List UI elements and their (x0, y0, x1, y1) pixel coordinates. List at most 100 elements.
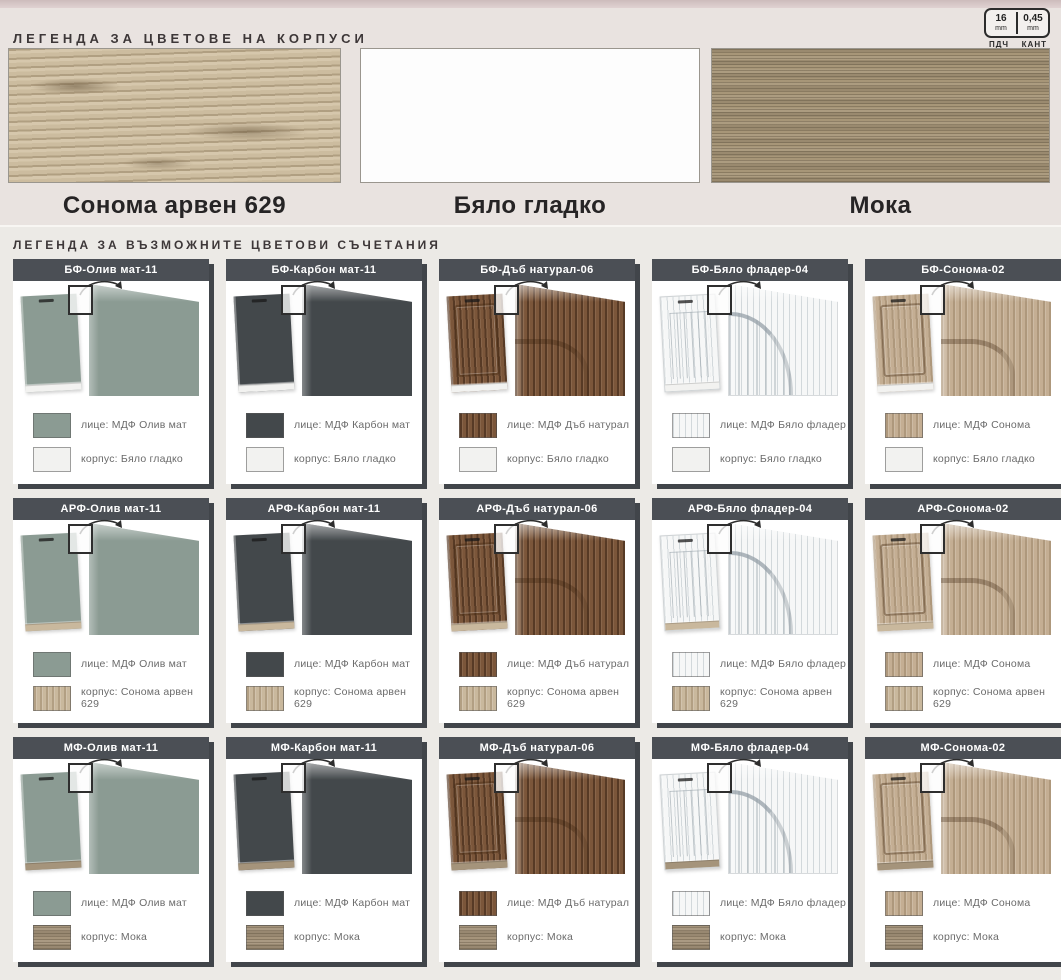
board-thickness-unit: mm (995, 25, 1007, 32)
body-legend-row: корпус: Бяло гладко (885, 444, 1061, 474)
magnifier-icon (68, 285, 93, 315)
combo-card-title: МФ-Олив мат-11 (64, 742, 159, 754)
corpus-legend-title: ЛЕГЕНДА ЗА ЦВЕТОВЕ НА КОРПУСИ (13, 31, 368, 46)
door-handle-icon (252, 538, 267, 542)
door-handle-icon (465, 777, 480, 781)
combo-card-body: лице: МДФ Олив мат корпус: Сонома арвен … (13, 520, 209, 723)
door-body-strip (238, 382, 294, 392)
face-color-swatch (672, 652, 710, 677)
body-legend-row: корпус: Сонома арвен 629 (33, 683, 209, 713)
combo-card-title: АРФ-Олив мат-11 (61, 503, 162, 515)
face-legend-row: лице: МДФ Бяло фладер (672, 410, 848, 440)
door-preview (13, 759, 209, 881)
door-detail-panel (515, 523, 625, 635)
face-legend-row: лице: МДФ Сонома (885, 649, 1061, 679)
body-color-swatch (672, 925, 710, 950)
door-preview (439, 759, 635, 881)
door-body-strip (451, 621, 507, 631)
door-body-strip (665, 860, 719, 870)
magnifier-icon (920, 763, 945, 793)
door-preview (865, 281, 1061, 403)
door-detail-panel (302, 523, 412, 635)
combo-card-title: БФ-Олив мат-11 (64, 264, 157, 276)
body-color-swatch (459, 925, 497, 950)
door-body-strip (665, 382, 719, 392)
face-color-swatch (33, 891, 71, 916)
magnifier-icon (707, 524, 732, 554)
face-legend-row: лице: МДФ Дъб натурал (459, 888, 635, 918)
magnifier-icon (281, 524, 306, 554)
combo-card-title: АРФ-Сонома-02 (917, 503, 1008, 515)
thickness-values-box: 16 mm 0,45 mm (984, 8, 1050, 38)
body-color-swatch (33, 686, 71, 711)
combo-card: БФ-Сонома-02 лице: МДФ Сонома (865, 259, 1061, 484)
door-body-strip (451, 860, 507, 870)
door-handle-icon (678, 300, 693, 304)
combo-card-title: БФ-Бяло фладер-04 (692, 264, 809, 276)
body-label: корпус: Бяло гладко (294, 453, 396, 465)
face-label: лице: МДФ Олив мат (81, 897, 187, 909)
combo-card: АРФ-Бяло фладер-04 лице: МДФ Бяло фладер (652, 498, 848, 723)
combo-card-title: БФ-Сонома-02 (921, 264, 1005, 276)
face-color-swatch (246, 413, 284, 438)
door-preview (439, 281, 635, 403)
body-legend-row: корпус: Сонома арвен 629 (672, 683, 848, 713)
body-legend-row: корпус: Мока (459, 922, 635, 952)
combo-card: МФ-Карбон мат-11 лице: МДФ Карбон мат (226, 737, 422, 962)
door-preview (652, 520, 848, 642)
thickness-spec-box: 16 mm 0,45 mm ПДЧ КАНТ (984, 8, 1050, 49)
combo-card-body: лице: МДФ Сонома корпус: Бяло гладко (865, 281, 1061, 484)
body-label: корпус: Мока (294, 931, 360, 943)
door-body-strip (451, 382, 507, 392)
face-color-swatch (459, 891, 497, 916)
magnifier-icon (281, 763, 306, 793)
combo-card: МФ-Дъб натурал-06 лице: МДФ Дъб натурал (439, 737, 635, 962)
face-label: лице: МДФ Сонома (933, 897, 1030, 909)
body-legend-row: корпус: Бяло гладко (33, 444, 209, 474)
body-color-swatch (672, 686, 710, 711)
face-label: лице: МДФ Карбон мат (294, 658, 410, 670)
door-preview (652, 281, 848, 403)
body-color-swatch (33, 447, 71, 472)
face-color-swatch (33, 413, 71, 438)
face-legend-row: лице: МДФ Карбон мат (246, 888, 422, 918)
body-color-swatch (672, 447, 710, 472)
door-body-strip (877, 860, 933, 870)
body-color-swatch (246, 686, 284, 711)
combo-card-title: АРФ-Дъб натурал-06 (476, 503, 597, 515)
edge-thickness-value: 0,45 (1023, 14, 1042, 24)
door-detail-panel (728, 523, 838, 635)
body-legend-row: корпус: Мока (33, 922, 209, 952)
body-label: корпус: Бяло гладко (720, 453, 822, 465)
door-detail-panel (941, 284, 1051, 396)
edge-thickness: 0,45 mm (1018, 10, 1048, 36)
door-handle-icon (39, 538, 54, 542)
body-label: корпус: Мока (720, 931, 786, 943)
combo-card-body: лице: МДФ Сонома корпус: Сонома арвен 62… (865, 520, 1061, 723)
combo-card: АРФ-Сонома-02 лице: МДФ Сонома (865, 498, 1061, 723)
face-legend-row: лице: МДФ Олив мат (33, 410, 209, 440)
combo-card-body: лице: МДФ Бяло фладер корпус: Бяло гладк… (652, 281, 848, 484)
combo-card-title: МФ-Карбон мат-11 (271, 742, 377, 754)
face-legend-row: лице: МДФ Дъб натурал (459, 410, 635, 440)
white-smooth-swatch (360, 48, 700, 183)
door-detail-panel (89, 284, 199, 396)
combo-card-body: лице: МДФ Дъб натурал корпус: Сонома арв… (439, 520, 635, 723)
combo-card-title: АРФ-Карбон мат-11 (268, 503, 381, 515)
combo-card: МФ-Бяло фладер-04 лице: МДФ Бяло фладер (652, 737, 848, 962)
door-body-strip (238, 621, 294, 631)
combo-card-body: лице: МДФ Бяло фладер корпус: Сонома арв… (652, 520, 848, 723)
combo-card: БФ-Дъб натурал-06 лице: МДФ Дъб натурал (439, 259, 635, 484)
corpus-legend-section: ЛЕГЕНДА ЗА ЦВЕТОВЕ НА КОРПУСИ 16 mm 0,45… (0, 0, 1061, 227)
combo-card-body: лице: МДФ Олив мат корпус: Бяло гладко (13, 281, 209, 484)
magnifier-icon (494, 524, 519, 554)
magnifier-icon (707, 285, 732, 315)
body-legend-row: корпус: Бяло гладко (459, 444, 635, 474)
body-color-swatch (33, 925, 71, 950)
door-detail-panel (89, 523, 199, 635)
sonoma-arven-swatch (8, 48, 341, 183)
magnifier-icon (68, 763, 93, 793)
door-preview (652, 759, 848, 881)
face-color-swatch (672, 891, 710, 916)
mocha-swatch (711, 48, 1050, 183)
